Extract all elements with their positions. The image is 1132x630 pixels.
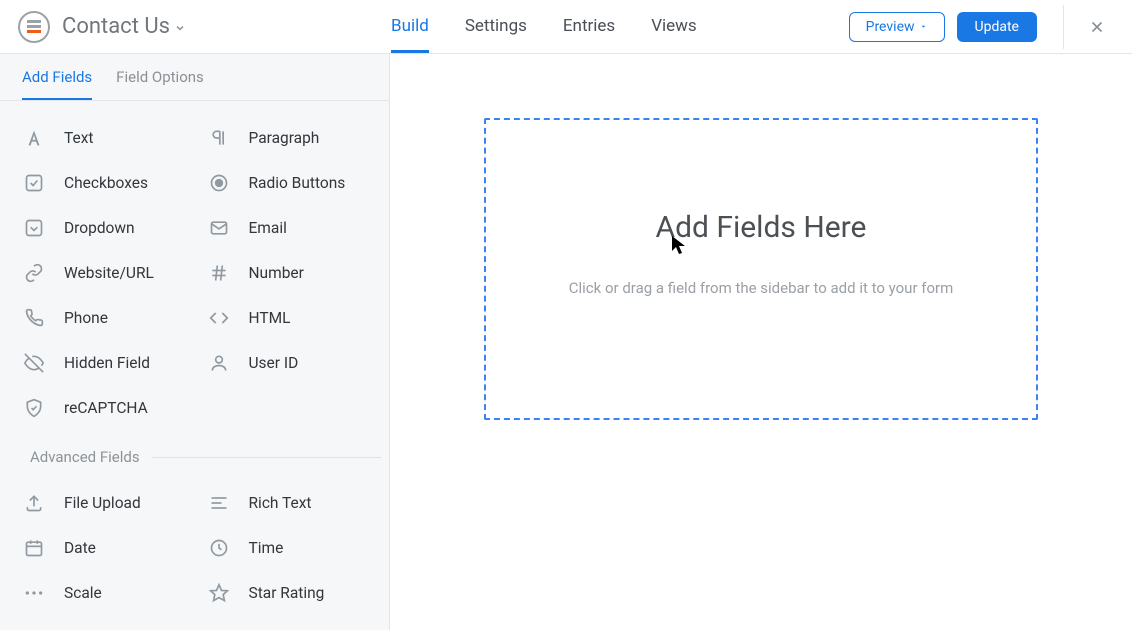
code-icon: [207, 306, 231, 330]
field-label: Date: [64, 539, 96, 557]
sidebar-tabs: Add Fields Field Options: [0, 54, 389, 101]
field-label: HTML: [249, 309, 291, 327]
field-radio[interactable]: Radio Buttons: [197, 160, 382, 205]
caret-down-icon: [919, 22, 928, 31]
text-icon: [22, 126, 46, 150]
align-left-icon: [207, 491, 231, 515]
field-label: Star Rating: [249, 584, 325, 602]
field-hidden[interactable]: Hidden Field: [12, 340, 197, 385]
field-userid[interactable]: User ID: [197, 340, 382, 385]
nav-build[interactable]: Build: [391, 1, 429, 53]
user-icon: [207, 351, 231, 375]
paragraph-icon: [207, 126, 231, 150]
field-scale[interactable]: Scale: [12, 570, 197, 615]
update-button[interactable]: Update: [957, 12, 1037, 42]
calendar-icon: [22, 536, 46, 560]
dropdown-icon: [22, 216, 46, 240]
field-label: Number: [249, 264, 304, 282]
field-file-upload[interactable]: File Upload: [12, 480, 197, 525]
upload-icon: [22, 491, 46, 515]
field-checkboxes[interactable]: Checkboxes: [12, 160, 197, 205]
close-icon: [1088, 18, 1106, 36]
eye-off-icon: [22, 351, 46, 375]
field-label: Rich Text: [249, 494, 312, 512]
form-title-dropdown[interactable]: Contact Us: [62, 14, 186, 39]
field-label: Radio Buttons: [249, 174, 346, 192]
field-time[interactable]: Time: [197, 525, 382, 570]
field-label: Hidden Field: [64, 354, 150, 372]
checkbox-icon: [22, 171, 46, 195]
divider: [152, 457, 381, 458]
shield-icon: [22, 396, 46, 420]
dropzone[interactable]: Add Fields Here Click or drag a field fr…: [484, 118, 1038, 420]
tab-field-options[interactable]: Field Options: [116, 68, 204, 100]
scale-icon: [22, 581, 46, 605]
field-label: reCAPTCHA: [64, 399, 148, 417]
field-dropdown[interactable]: Dropdown: [12, 205, 197, 250]
field-date[interactable]: Date: [12, 525, 197, 570]
field-star-rating[interactable]: Star Rating: [197, 570, 382, 615]
field-html[interactable]: HTML: [197, 295, 382, 340]
link-icon: [22, 261, 46, 285]
field-list: Text Paragraph Checkboxes Radio Buttons …: [0, 101, 389, 615]
field-text[interactable]: Text: [12, 115, 197, 160]
field-recaptcha[interactable]: reCAPTCHA: [12, 385, 197, 430]
close-button[interactable]: [1082, 12, 1112, 42]
section-advanced-header: Advanced Fields: [12, 430, 381, 470]
chevron-down-icon: [174, 22, 186, 34]
top-nav: Build Settings Entries Views: [391, 1, 697, 53]
field-label: Text: [64, 129, 93, 147]
field-label: Phone: [64, 309, 108, 327]
phone-icon: [22, 306, 46, 330]
dropzone-hint: Click or drag a field from the sidebar t…: [569, 279, 954, 297]
field-label: Time: [249, 539, 284, 557]
field-label: Scale: [64, 584, 102, 602]
field-url[interactable]: Website/URL: [12, 250, 197, 295]
field-label: Email: [249, 219, 287, 237]
field-label: Checkboxes: [64, 174, 148, 192]
dropzone-heading: Add Fields Here: [656, 210, 867, 245]
nav-settings[interactable]: Settings: [465, 1, 527, 53]
nav-views[interactable]: Views: [651, 1, 697, 53]
clock-icon: [207, 536, 231, 560]
field-email[interactable]: Email: [197, 205, 382, 250]
sidebar: Add Fields Field Options Text Paragraph …: [0, 54, 390, 630]
app-logo: [18, 11, 50, 43]
field-label: Website/URL: [64, 264, 154, 282]
top-actions: Preview Update: [849, 5, 1112, 49]
field-number[interactable]: Number: [197, 250, 382, 295]
star-icon: [207, 581, 231, 605]
tab-add-fields[interactable]: Add Fields: [22, 68, 92, 100]
field-label: File Upload: [64, 494, 141, 512]
preview-label: Preview: [866, 19, 915, 35]
divider: [1063, 5, 1064, 49]
hash-icon: [207, 261, 231, 285]
section-advanced-label: Advanced Fields: [30, 448, 140, 466]
nav-entries[interactable]: Entries: [563, 1, 615, 53]
form-canvas: Add Fields Here Click or drag a field fr…: [390, 54, 1132, 630]
field-phone[interactable]: Phone: [12, 295, 197, 340]
field-label: Dropdown: [64, 219, 135, 237]
preview-button[interactable]: Preview: [849, 12, 945, 42]
form-title-text: Contact Us: [62, 14, 170, 39]
field-paragraph[interactable]: Paragraph: [197, 115, 382, 160]
field-label: Paragraph: [249, 129, 320, 147]
field-label: User ID: [249, 354, 299, 372]
field-rich-text[interactable]: Rich Text: [197, 480, 382, 525]
topbar: Contact Us Build Settings Entries Views …: [0, 0, 1132, 54]
email-icon: [207, 216, 231, 240]
radio-icon: [207, 171, 231, 195]
